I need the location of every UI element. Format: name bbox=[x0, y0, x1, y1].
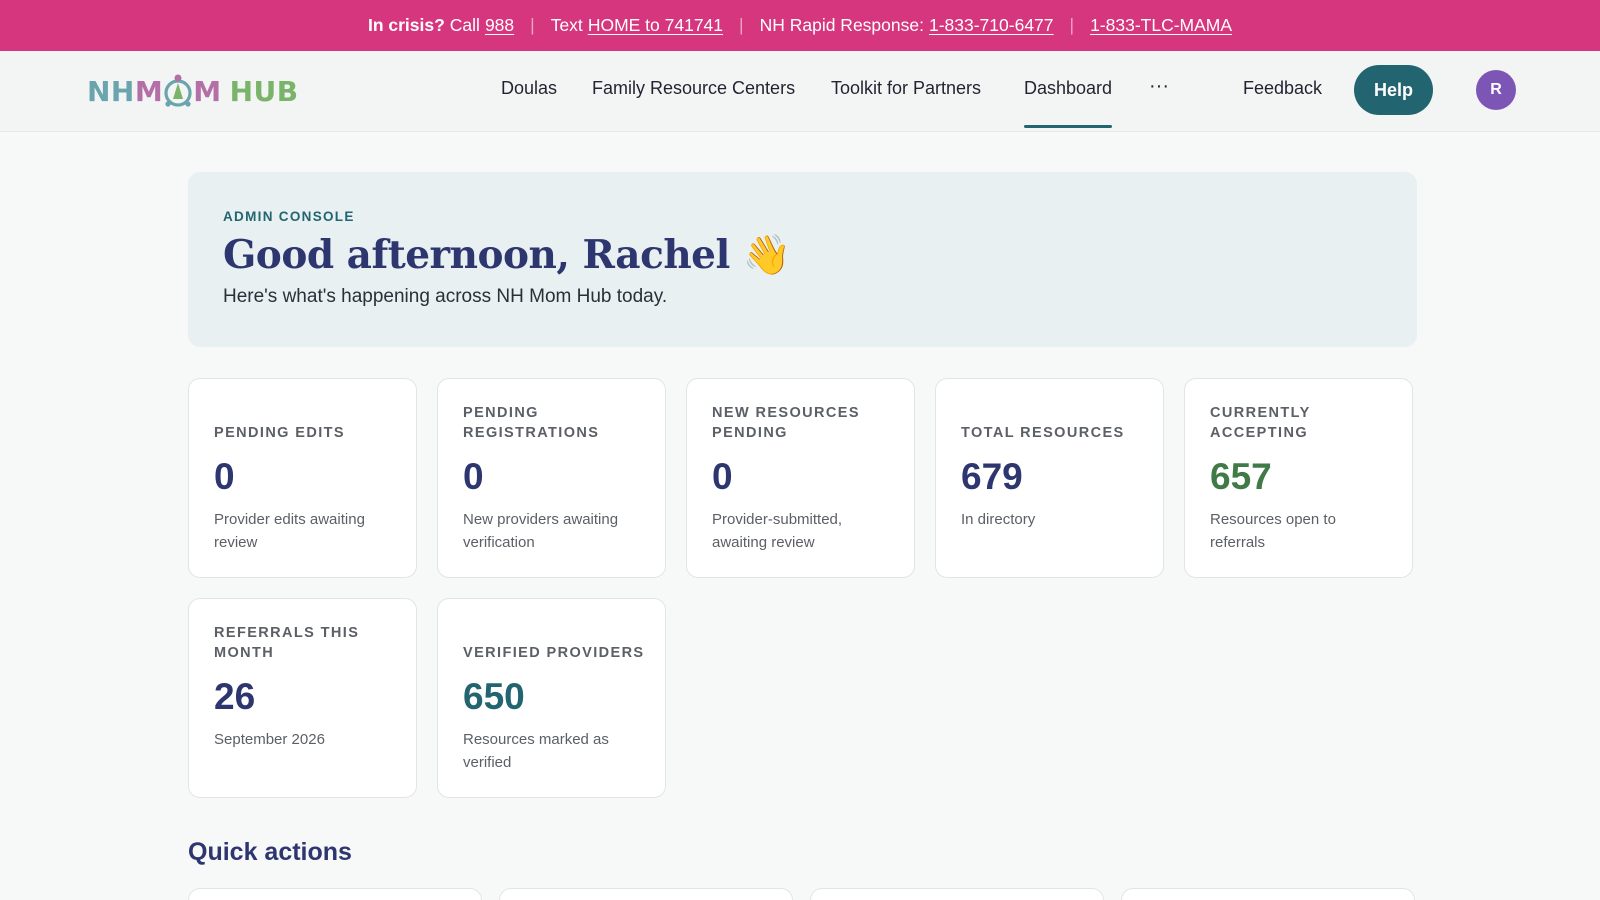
stat-description: Provider edits awaiting review bbox=[214, 511, 365, 551]
stat-card-currently-accepting[interactable]: CURRENTLY ACCEPTING 657 Resources open t… bbox=[1184, 378, 1413, 578]
stat-card-total-resources[interactable]: TOTAL RESOURCES 679 In directory bbox=[935, 378, 1164, 578]
stat-description: In directory bbox=[961, 511, 1036, 528]
admin-console-label: ADMIN CONSOLE bbox=[223, 209, 355, 224]
nav-active-indicator bbox=[1024, 125, 1112, 128]
nav-family-resource-centers[interactable]: Family Resource Centers bbox=[592, 78, 795, 99]
stat-value: 679 bbox=[961, 456, 1023, 497]
stat-label: NEW RESOURCES PENDING bbox=[712, 405, 860, 441]
stat-card-pending-registrations[interactable]: PENDING REGISTRATIONS 0 New providers aw… bbox=[437, 378, 666, 578]
user-avatar[interactable]: R bbox=[1476, 70, 1516, 110]
more-horizontal-icon[interactable]: ··· bbox=[1149, 75, 1169, 98]
nav-doulas[interactable]: Doulas bbox=[501, 78, 557, 99]
stat-value: 26 bbox=[214, 676, 256, 717]
call-988-link[interactable]: 988 bbox=[485, 15, 514, 36]
crisis-banner: In crisis? Call 988 | Text HOME to 74174… bbox=[0, 0, 1600, 51]
stat-value: 0 bbox=[712, 456, 733, 497]
page-title: Good afternoon, Rachel 👋 bbox=[223, 232, 791, 278]
call-label: Call bbox=[449, 15, 480, 35]
quick-action-card[interactable] bbox=[499, 888, 793, 900]
stat-value: 657 bbox=[1210, 456, 1272, 497]
stat-label: TOTAL RESOURCES bbox=[961, 425, 1125, 441]
logo-text-hub: HUB bbox=[229, 74, 299, 108]
stat-value: 0 bbox=[463, 456, 484, 497]
stat-label: REFERRALS THIS MONTH bbox=[214, 625, 360, 661]
stat-label: CURRENTLY ACCEPTING bbox=[1210, 405, 1311, 441]
stat-card-referrals-this-month[interactable]: REFERRALS THIS MONTH 26 September 2026 bbox=[188, 598, 417, 798]
stat-description: New providers awaiting verification bbox=[463, 511, 619, 551]
banner-separator: | bbox=[1069, 15, 1075, 35]
rapid-response-label: NH Rapid Response: bbox=[759, 15, 924, 35]
quick-action-card[interactable] bbox=[1121, 888, 1415, 900]
site-header: NH M M HUB Doulas Family Resource Center… bbox=[0, 51, 1600, 132]
stat-card-new-resources-pending[interactable]: NEW RESOURCES PENDING 0 Provider-submitt… bbox=[686, 378, 915, 578]
rapid-response-link[interactable]: 1-833-710-6477 bbox=[929, 15, 1054, 36]
stat-label: PENDING EDITS bbox=[214, 425, 345, 441]
stat-label: VERIFIED PROVIDERS bbox=[463, 645, 645, 661]
stat-description: Resources open to referrals bbox=[1210, 511, 1336, 551]
stat-label: PENDING REGISTRATIONS bbox=[463, 405, 600, 441]
nav-toolkit-for-partners[interactable]: Toolkit for Partners bbox=[831, 78, 981, 99]
quick-action-card[interactable] bbox=[810, 888, 1104, 900]
stat-card-verified-providers[interactable]: VERIFIED PROVIDERS 650 Resources marked … bbox=[437, 598, 666, 798]
stat-description: September 2026 bbox=[214, 731, 325, 748]
crisis-label: In crisis? bbox=[367, 15, 445, 35]
stat-value: 650 bbox=[463, 676, 525, 717]
stat-card-pending-edits[interactable]: PENDING EDITS 0 Provider edits awaiting … bbox=[188, 378, 417, 578]
logo-text-mom: M M bbox=[135, 71, 222, 111]
logo-letter-m2: M bbox=[193, 74, 222, 108]
banner-separator: | bbox=[530, 15, 535, 35]
waving-hand-icon: 👋 bbox=[742, 232, 792, 278]
feedback-link[interactable]: Feedback bbox=[1243, 78, 1322, 99]
logo-text-nh: NH bbox=[87, 74, 135, 108]
welcome-panel: ADMIN CONSOLE Good afternoon, Rachel 👋 H… bbox=[188, 172, 1417, 347]
stat-value: 0 bbox=[214, 456, 235, 497]
text-home-link[interactable]: HOME to 741741 bbox=[588, 15, 723, 36]
quick-action-card[interactable] bbox=[188, 888, 482, 900]
nav-dashboard[interactable]: Dashboard bbox=[1024, 78, 1112, 99]
stat-description: Resources marked as verified bbox=[463, 731, 609, 771]
welcome-subtitle: Here's what's happening across NH Mom Hu… bbox=[223, 286, 668, 307]
logo-letter-m1: M bbox=[134, 74, 164, 108]
banner-separator: | bbox=[739, 15, 744, 35]
quick-actions-title: Quick actions bbox=[188, 838, 352, 866]
stat-description: Provider-submitted, awaiting review bbox=[712, 511, 843, 551]
nh-mom-hub-logo[interactable]: NH M M HUB bbox=[87, 69, 299, 113]
tlc-mama-link[interactable]: 1-833-TLC-MAMA bbox=[1090, 15, 1232, 36]
logo-mother-icon bbox=[164, 74, 192, 107]
help-button[interactable]: Help bbox=[1354, 65, 1433, 115]
greeting-text: Good afternoon, Rachel bbox=[223, 232, 730, 278]
text-label: Text bbox=[550, 15, 583, 35]
